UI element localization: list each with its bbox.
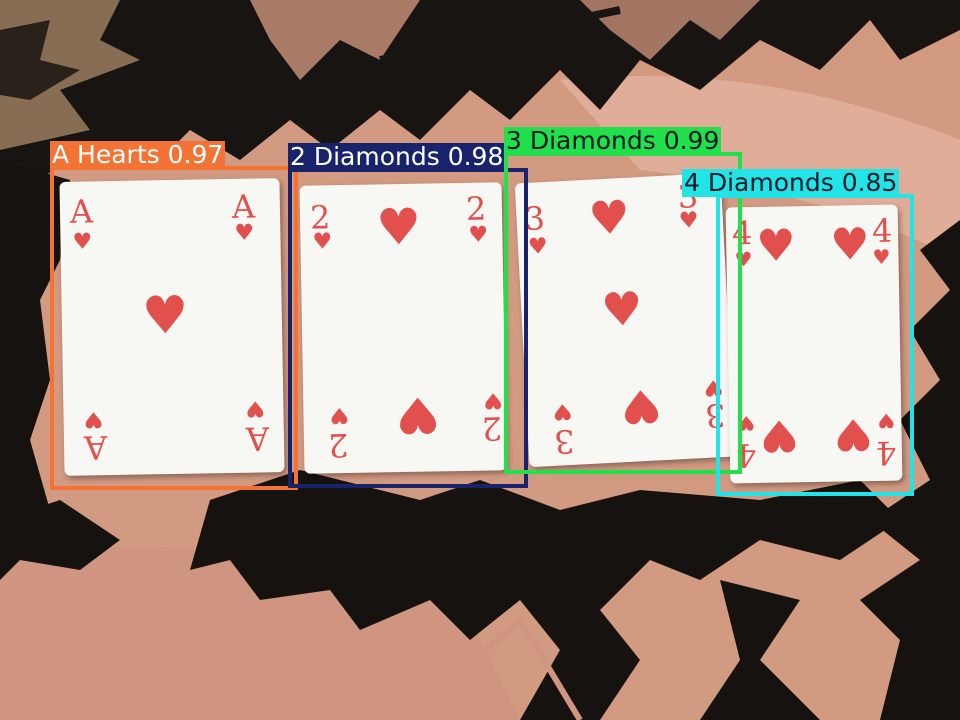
- detection-box-3-diamonds: [504, 152, 742, 474]
- detection-box-a-hearts: [50, 166, 298, 490]
- photo-scene: A ♥ A ♥ ♥ ♥ A ♥ A 2 ♥ 2 ♥ ♥ ♥ ♥ 2 ♥ 2 3 …: [0, 0, 960, 720]
- detection-box-2-diamonds: [288, 168, 528, 488]
- detection-label-4-diamonds: 4 Diamonds 0.85: [682, 168, 900, 197]
- detection-label-3-diamonds: 3 Diamonds 0.99: [504, 126, 722, 155]
- detection-label-a-hearts: A Hearts 0.97: [50, 140, 226, 169]
- detection-box-4-diamonds: [716, 194, 914, 496]
- detection-label-2-diamonds: 2 Diamonds 0.98: [288, 142, 506, 171]
